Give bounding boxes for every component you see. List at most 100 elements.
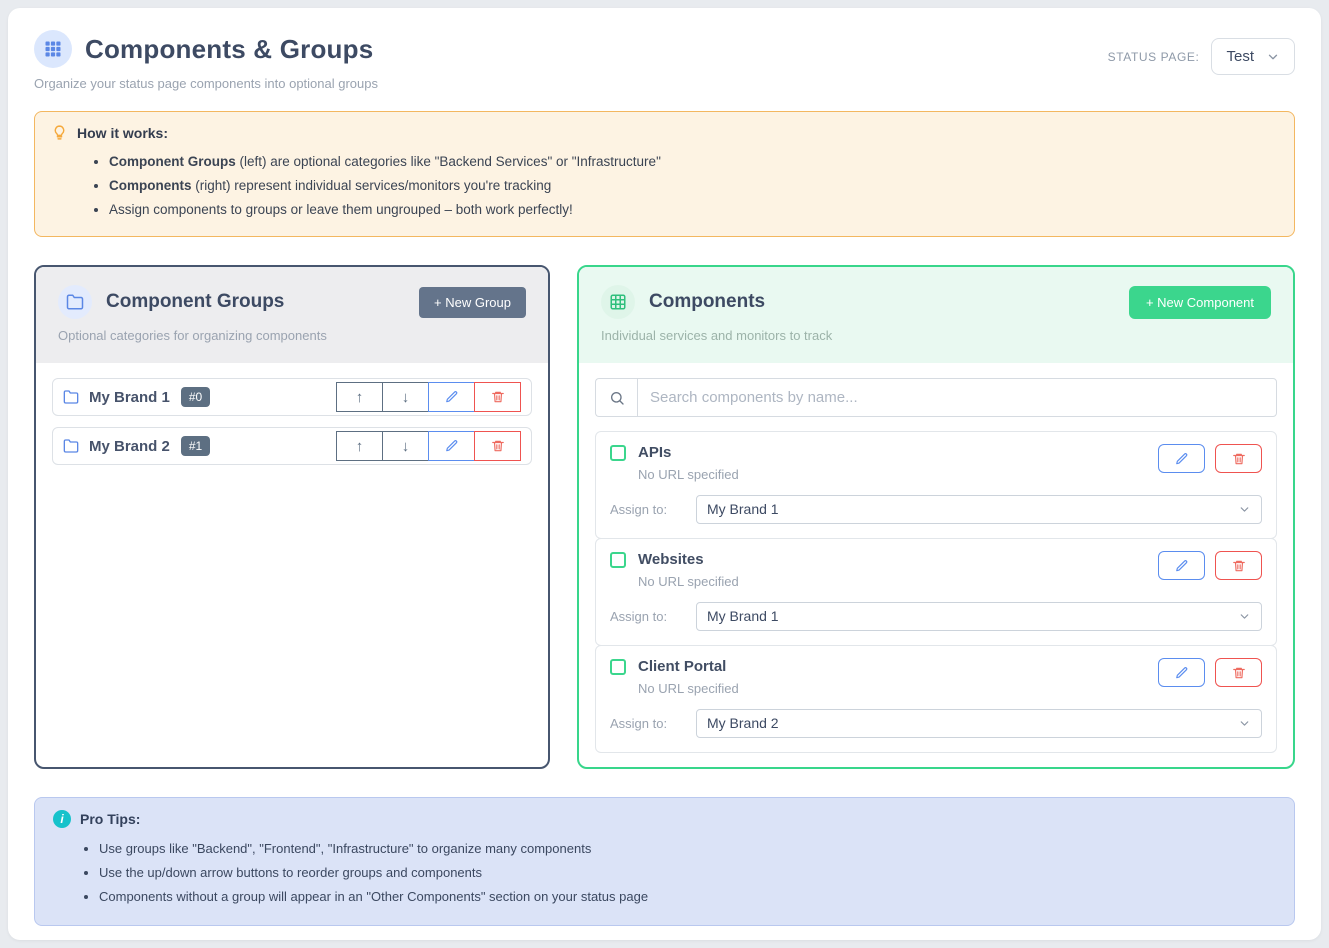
- group-actions: ↑ ↓: [336, 382, 521, 412]
- how-it-works-item: Components (right) represent individual …: [109, 174, 1278, 198]
- component-card: Client Portal No URL specified: [595, 645, 1277, 753]
- components-panel: Components + New Component Individual se…: [577, 265, 1295, 769]
- edit-component-button[interactable]: [1158, 444, 1205, 473]
- component-actions: [1158, 444, 1262, 473]
- arrow-up-icon: ↑: [356, 389, 364, 406]
- assign-to-label: Assign to:: [610, 716, 696, 731]
- group-name: My Brand 1: [89, 389, 170, 406]
- page-title-block: Components & Groups Organize your status…: [34, 30, 378, 91]
- component-square-icon: [610, 659, 626, 675]
- component-search: [595, 378, 1277, 417]
- assign-group-dropdown[interactable]: My Brand 2: [696, 709, 1262, 738]
- status-page-label: STATUS PAGE:: [1108, 50, 1200, 64]
- group-row: My Brand 1 #0 ↑ ↓: [52, 378, 532, 416]
- component-card: APIs No URL specified: [595, 431, 1277, 539]
- edit-component-button[interactable]: [1158, 551, 1205, 580]
- delete-group-button[interactable]: [474, 382, 521, 412]
- trash-icon: [491, 439, 505, 453]
- edit-component-button[interactable]: [1158, 658, 1205, 687]
- component-square-icon: [610, 445, 626, 461]
- pro-tips-item: Use groups like "Backend", "Frontend", "…: [99, 837, 1276, 861]
- component-name: Client Portal: [638, 658, 726, 675]
- groups-list: My Brand 1 #0 ↑ ↓: [36, 363, 548, 767]
- arrow-down-icon: ↓: [402, 389, 410, 406]
- trash-icon: [1232, 452, 1246, 466]
- pro-tips-item: Components without a group will appear i…: [99, 885, 1276, 909]
- component-card: Websites No URL specified: [595, 538, 1277, 646]
- move-down-button[interactable]: ↓: [382, 431, 429, 461]
- folder-icon: [63, 389, 79, 405]
- move-down-button[interactable]: ↓: [382, 382, 429, 412]
- components-grid-icon: [34, 30, 72, 68]
- component-name: Websites: [638, 551, 704, 568]
- arrow-down-icon: ↓: [402, 438, 410, 455]
- delete-component-button[interactable]: [1215, 551, 1262, 580]
- move-up-button[interactable]: ↑: [336, 382, 383, 412]
- component-info: Websites No URL specified: [610, 551, 1158, 589]
- how-it-works-box: How it works: Component Groups (left) ar…: [34, 111, 1295, 237]
- component-actions: [1158, 551, 1262, 580]
- page-title: Components & Groups: [85, 34, 373, 65]
- component-url-status: No URL specified: [638, 681, 1158, 696]
- info-icon: i: [53, 810, 71, 828]
- main-card: Components & Groups Organize your status…: [8, 8, 1321, 940]
- assigned-group-value: My Brand 2: [707, 715, 779, 731]
- chevron-down-icon: [1238, 717, 1251, 730]
- delete-component-button[interactable]: [1215, 658, 1262, 687]
- how-it-works-item: Component Groups (left) are optional cat…: [109, 150, 1278, 174]
- groups-panel-header: Component Groups + New Group Optional ca…: [36, 267, 548, 363]
- status-page-dropdown[interactable]: Test: [1211, 38, 1295, 75]
- assigned-group-value: My Brand 1: [707, 501, 779, 517]
- delete-component-button[interactable]: [1215, 444, 1262, 473]
- components-panel-subtitle: Individual services and monitors to trac…: [601, 328, 1271, 343]
- pro-tips-item: Use the up/down arrow buttons to reorder…: [99, 861, 1276, 885]
- how-it-works-item: Assign components to groups or leave the…: [109, 198, 1278, 222]
- chevron-down-icon: [1238, 610, 1251, 623]
- group-name: My Brand 2: [89, 438, 170, 455]
- component-actions: [1158, 658, 1262, 687]
- component-info: Client Portal No URL specified: [610, 658, 1158, 696]
- search-input[interactable]: [637, 378, 1277, 417]
- chevron-down-icon: [1238, 503, 1251, 516]
- new-group-button[interactable]: + New Group: [419, 287, 526, 318]
- how-it-works-title: How it works:: [77, 125, 168, 141]
- arrow-up-icon: ↑: [356, 438, 364, 455]
- assign-to-label: Assign to:: [610, 609, 696, 624]
- components-panel-title: Components: [649, 291, 765, 313]
- assigned-group-value: My Brand 1: [707, 608, 779, 624]
- component-url-status: No URL specified: [638, 574, 1158, 589]
- delete-group-button[interactable]: [474, 431, 521, 461]
- group-order-badge: #1: [181, 436, 210, 456]
- pencil-icon: [445, 390, 459, 404]
- folder-icon: [63, 438, 79, 454]
- trash-icon: [1232, 666, 1246, 680]
- edit-group-button[interactable]: [428, 382, 475, 412]
- pencil-icon: [445, 439, 459, 453]
- table-grid-icon: [601, 285, 635, 319]
- pro-tips-list: Use groups like "Backend", "Frontend", "…: [53, 837, 1276, 909]
- pencil-icon: [1175, 452, 1189, 466]
- groups-panel-subtitle: Optional categories for organizing compo…: [58, 328, 526, 343]
- component-name: APIs: [638, 444, 671, 461]
- assign-group-dropdown[interactable]: My Brand 1: [696, 495, 1262, 524]
- group-actions: ↑ ↓: [336, 431, 521, 461]
- status-page-selector: STATUS PAGE: Test: [1108, 38, 1295, 75]
- component-url-status: No URL specified: [638, 467, 1158, 482]
- search-icon: [595, 378, 637, 417]
- component-square-icon: [610, 552, 626, 568]
- status-page-value: Test: [1226, 48, 1254, 65]
- how-it-works-list: Component Groups (left) are optional cat…: [51, 150, 1278, 222]
- pro-tips-box: i Pro Tips: Use groups like "Backend", "…: [34, 797, 1295, 926]
- folder-icon: [58, 285, 92, 319]
- assign-group-dropdown[interactable]: My Brand 1: [696, 602, 1262, 631]
- edit-group-button[interactable]: [428, 431, 475, 461]
- pro-tips-title: Pro Tips:: [80, 811, 140, 827]
- pencil-icon: [1175, 559, 1189, 573]
- new-component-button[interactable]: + New Component: [1129, 286, 1271, 319]
- page-subtitle: Organize your status page components int…: [34, 76, 378, 91]
- component-info: APIs No URL specified: [610, 444, 1158, 482]
- move-up-button[interactable]: ↑: [336, 431, 383, 461]
- component-groups-panel: Component Groups + New Group Optional ca…: [34, 265, 550, 769]
- trash-icon: [1232, 559, 1246, 573]
- group-row: My Brand 2 #1 ↑ ↓: [52, 427, 532, 465]
